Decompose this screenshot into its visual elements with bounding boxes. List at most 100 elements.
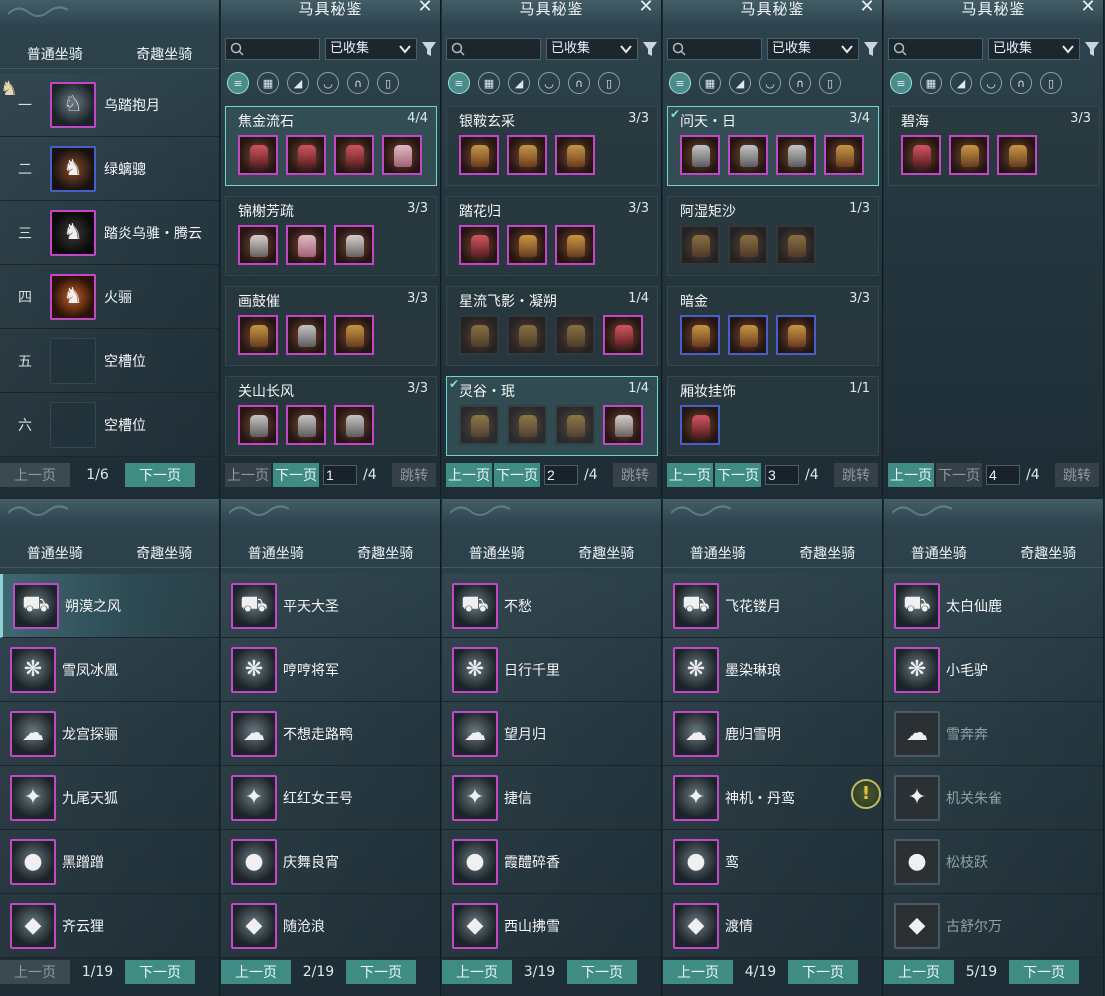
search-box[interactable] (225, 38, 320, 60)
grid-icon[interactable]: ▦ (257, 72, 279, 94)
tab-fun-mounts[interactable]: 奇趣坐骑 (793, 543, 861, 567)
jump-button[interactable]: 跳转 (834, 463, 878, 487)
next-page-button[interactable]: 下一页 (1009, 960, 1079, 984)
gear-piece-icon[interactable] (680, 315, 720, 355)
gear-piece-icon[interactable] (459, 315, 499, 355)
gear-set-card[interactable]: 踏花归 3/3 (446, 196, 658, 276)
close-icon[interactable]: ✕ (1079, 0, 1097, 16)
tab-regular-mounts[interactable]: 普通坐骑 (21, 543, 89, 567)
fun-mount-item[interactable]: ❋ 墨染琳琅 (663, 638, 882, 702)
tab-regular-mounts[interactable]: 普通坐骑 (463, 543, 531, 567)
collect-filter-select[interactable]: 已收集 (546, 38, 638, 60)
fun-mount-item[interactable]: ✦ 红红女王号 (221, 766, 440, 830)
grid-icon[interactable]: ▦ (478, 72, 500, 94)
gear-piece-icon[interactable] (603, 315, 643, 355)
gear-piece-icon[interactable] (238, 135, 278, 175)
mount-slot-4[interactable]: 四 ♞ 火骊 (0, 265, 219, 329)
gear-piece-icon[interactable] (901, 135, 941, 175)
gear-set-card[interactable]: 关山长风 3/3 (225, 376, 437, 456)
gear-piece-icon[interactable] (459, 225, 499, 265)
horseshoe-icon[interactable]: ∩ (347, 72, 369, 94)
gear-piece-icon[interactable] (286, 405, 326, 445)
jump-button[interactable]: 跳转 (392, 463, 436, 487)
prev-page-button[interactable]: 上一页 (442, 960, 512, 984)
gear-piece-icon[interactable] (997, 135, 1037, 175)
gear-piece-icon[interactable] (286, 135, 326, 175)
filter-icon[interactable] (642, 40, 658, 58)
fun-mount-item[interactable]: ⛟ 朔漠之风 (0, 574, 219, 638)
prev-page-button[interactable]: 上一页 (888, 463, 934, 487)
filter-icon[interactable] (863, 40, 879, 58)
list-icon[interactable]: ≡ (227, 72, 249, 94)
gear-piece-icon[interactable] (680, 225, 720, 265)
filter-icon[interactable] (1084, 40, 1100, 58)
tab-fun-mounts[interactable]: 奇趣坐骑 (130, 44, 198, 68)
gear-piece-icon[interactable] (507, 405, 547, 445)
fun-mount-item[interactable]: ✦ 机关朱雀 (884, 766, 1103, 830)
fun-mount-item[interactable]: ◆ 齐云狸 (0, 894, 219, 958)
gear-piece-icon[interactable] (728, 225, 768, 265)
next-page-button[interactable]: 下一页 (346, 960, 416, 984)
gear-piece-icon[interactable] (334, 405, 374, 445)
fun-mount-item[interactable]: ⛟ 平天大圣 (221, 574, 440, 638)
page-number-input[interactable] (544, 465, 578, 485)
next-page-button[interactable]: 下一页 (715, 463, 761, 487)
gear-piece-icon[interactable] (334, 315, 374, 355)
gear-set-card[interactable]: 暗金 3/3 (667, 286, 879, 366)
mount-slot-1[interactable]: 一 ♘ 乌踏抱月 (0, 73, 219, 137)
gear-piece-icon[interactable] (507, 225, 547, 265)
page-number-input[interactable] (986, 465, 1020, 485)
gear-piece-icon[interactable] (776, 225, 816, 265)
fun-mount-item[interactable]: ⛟ 太白仙鹿 (884, 574, 1103, 638)
gear-set-card[interactable]: 星流飞影・凝朔 1/4 (446, 286, 658, 366)
list-icon[interactable]: ≡ (669, 72, 691, 94)
gear-set-card[interactable]: 锦榭芳疏 3/3 (225, 196, 437, 276)
gear-piece-icon[interactable] (555, 405, 595, 445)
gear-piece-icon[interactable] (334, 135, 374, 175)
tab-fun-mounts[interactable]: 奇趣坐骑 (351, 543, 419, 567)
armor-icon[interactable]: ▯ (1040, 72, 1062, 94)
page-number-input[interactable] (765, 465, 799, 485)
horseshoe-icon[interactable]: ∩ (789, 72, 811, 94)
search-box[interactable] (446, 38, 541, 60)
wing-icon[interactable]: ◡ (980, 72, 1002, 94)
gear-set-card[interactable]: ✔ 灵谷・珉 1/4 (446, 376, 658, 456)
fun-mount-item[interactable]: ● 霞醴碎香 (442, 830, 661, 894)
gear-piece-icon[interactable] (459, 135, 499, 175)
next-page-button[interactable]: 下一页 (125, 463, 195, 487)
fun-mount-item[interactable]: ☁ 不想走路鸭 (221, 702, 440, 766)
search-input[interactable] (689, 42, 759, 56)
next-page-button[interactable]: 下一页 (273, 463, 319, 487)
collect-filter-select[interactable]: 已收集 (325, 38, 417, 60)
tab-fun-mounts[interactable]: 奇趣坐骑 (1014, 543, 1082, 567)
fun-mount-item[interactable]: ❋ 小毛驴 (884, 638, 1103, 702)
prev-page-button[interactable]: 上一页 (884, 960, 954, 984)
gear-piece-icon[interactable] (286, 315, 326, 355)
wing-icon[interactable]: ◡ (759, 72, 781, 94)
fun-mount-item[interactable]: ❋ 雪凤冰凰 (0, 638, 219, 702)
tab-fun-mounts[interactable]: 奇趣坐骑 (572, 543, 640, 567)
gear-set-card[interactable]: 银鞍玄采 3/3 (446, 106, 658, 186)
saddle-icon[interactable]: ◢ (508, 72, 530, 94)
gear-piece-icon[interactable] (680, 135, 720, 175)
saddle-icon[interactable]: ◢ (287, 72, 309, 94)
horseshoe-icon[interactable]: ∩ (1010, 72, 1032, 94)
fun-mount-item[interactable]: ◆ 随沧浪 (221, 894, 440, 958)
fun-mount-item[interactable]: ◆ 西山拂雪 (442, 894, 661, 958)
horseshoe-icon[interactable]: ∩ (568, 72, 590, 94)
fun-mount-item[interactable]: ⛟ 不愁 (442, 574, 661, 638)
fun-mount-item[interactable]: ☁ 龙宫探骊 (0, 702, 219, 766)
search-box[interactable] (888, 38, 983, 60)
prev-page-button[interactable]: 上一页 (221, 960, 291, 984)
collect-filter-select[interactable]: 已收集 (767, 38, 859, 60)
gear-piece-icon[interactable] (555, 225, 595, 265)
mount-slot-2[interactable]: 二 ♞ 绿螭骢 (0, 137, 219, 201)
collect-filter-select[interactable]: 已收集 (988, 38, 1080, 60)
tab-fun-mounts[interactable]: 奇趣坐骑 (130, 543, 198, 567)
grid-icon[interactable]: ▦ (920, 72, 942, 94)
fun-mount-item[interactable]: ☁ 雪奔奔 (884, 702, 1103, 766)
next-page-button[interactable]: 下一页 (567, 960, 637, 984)
gear-piece-icon[interactable] (238, 225, 278, 265)
gear-piece-icon[interactable] (680, 405, 720, 445)
search-input[interactable] (468, 42, 538, 56)
